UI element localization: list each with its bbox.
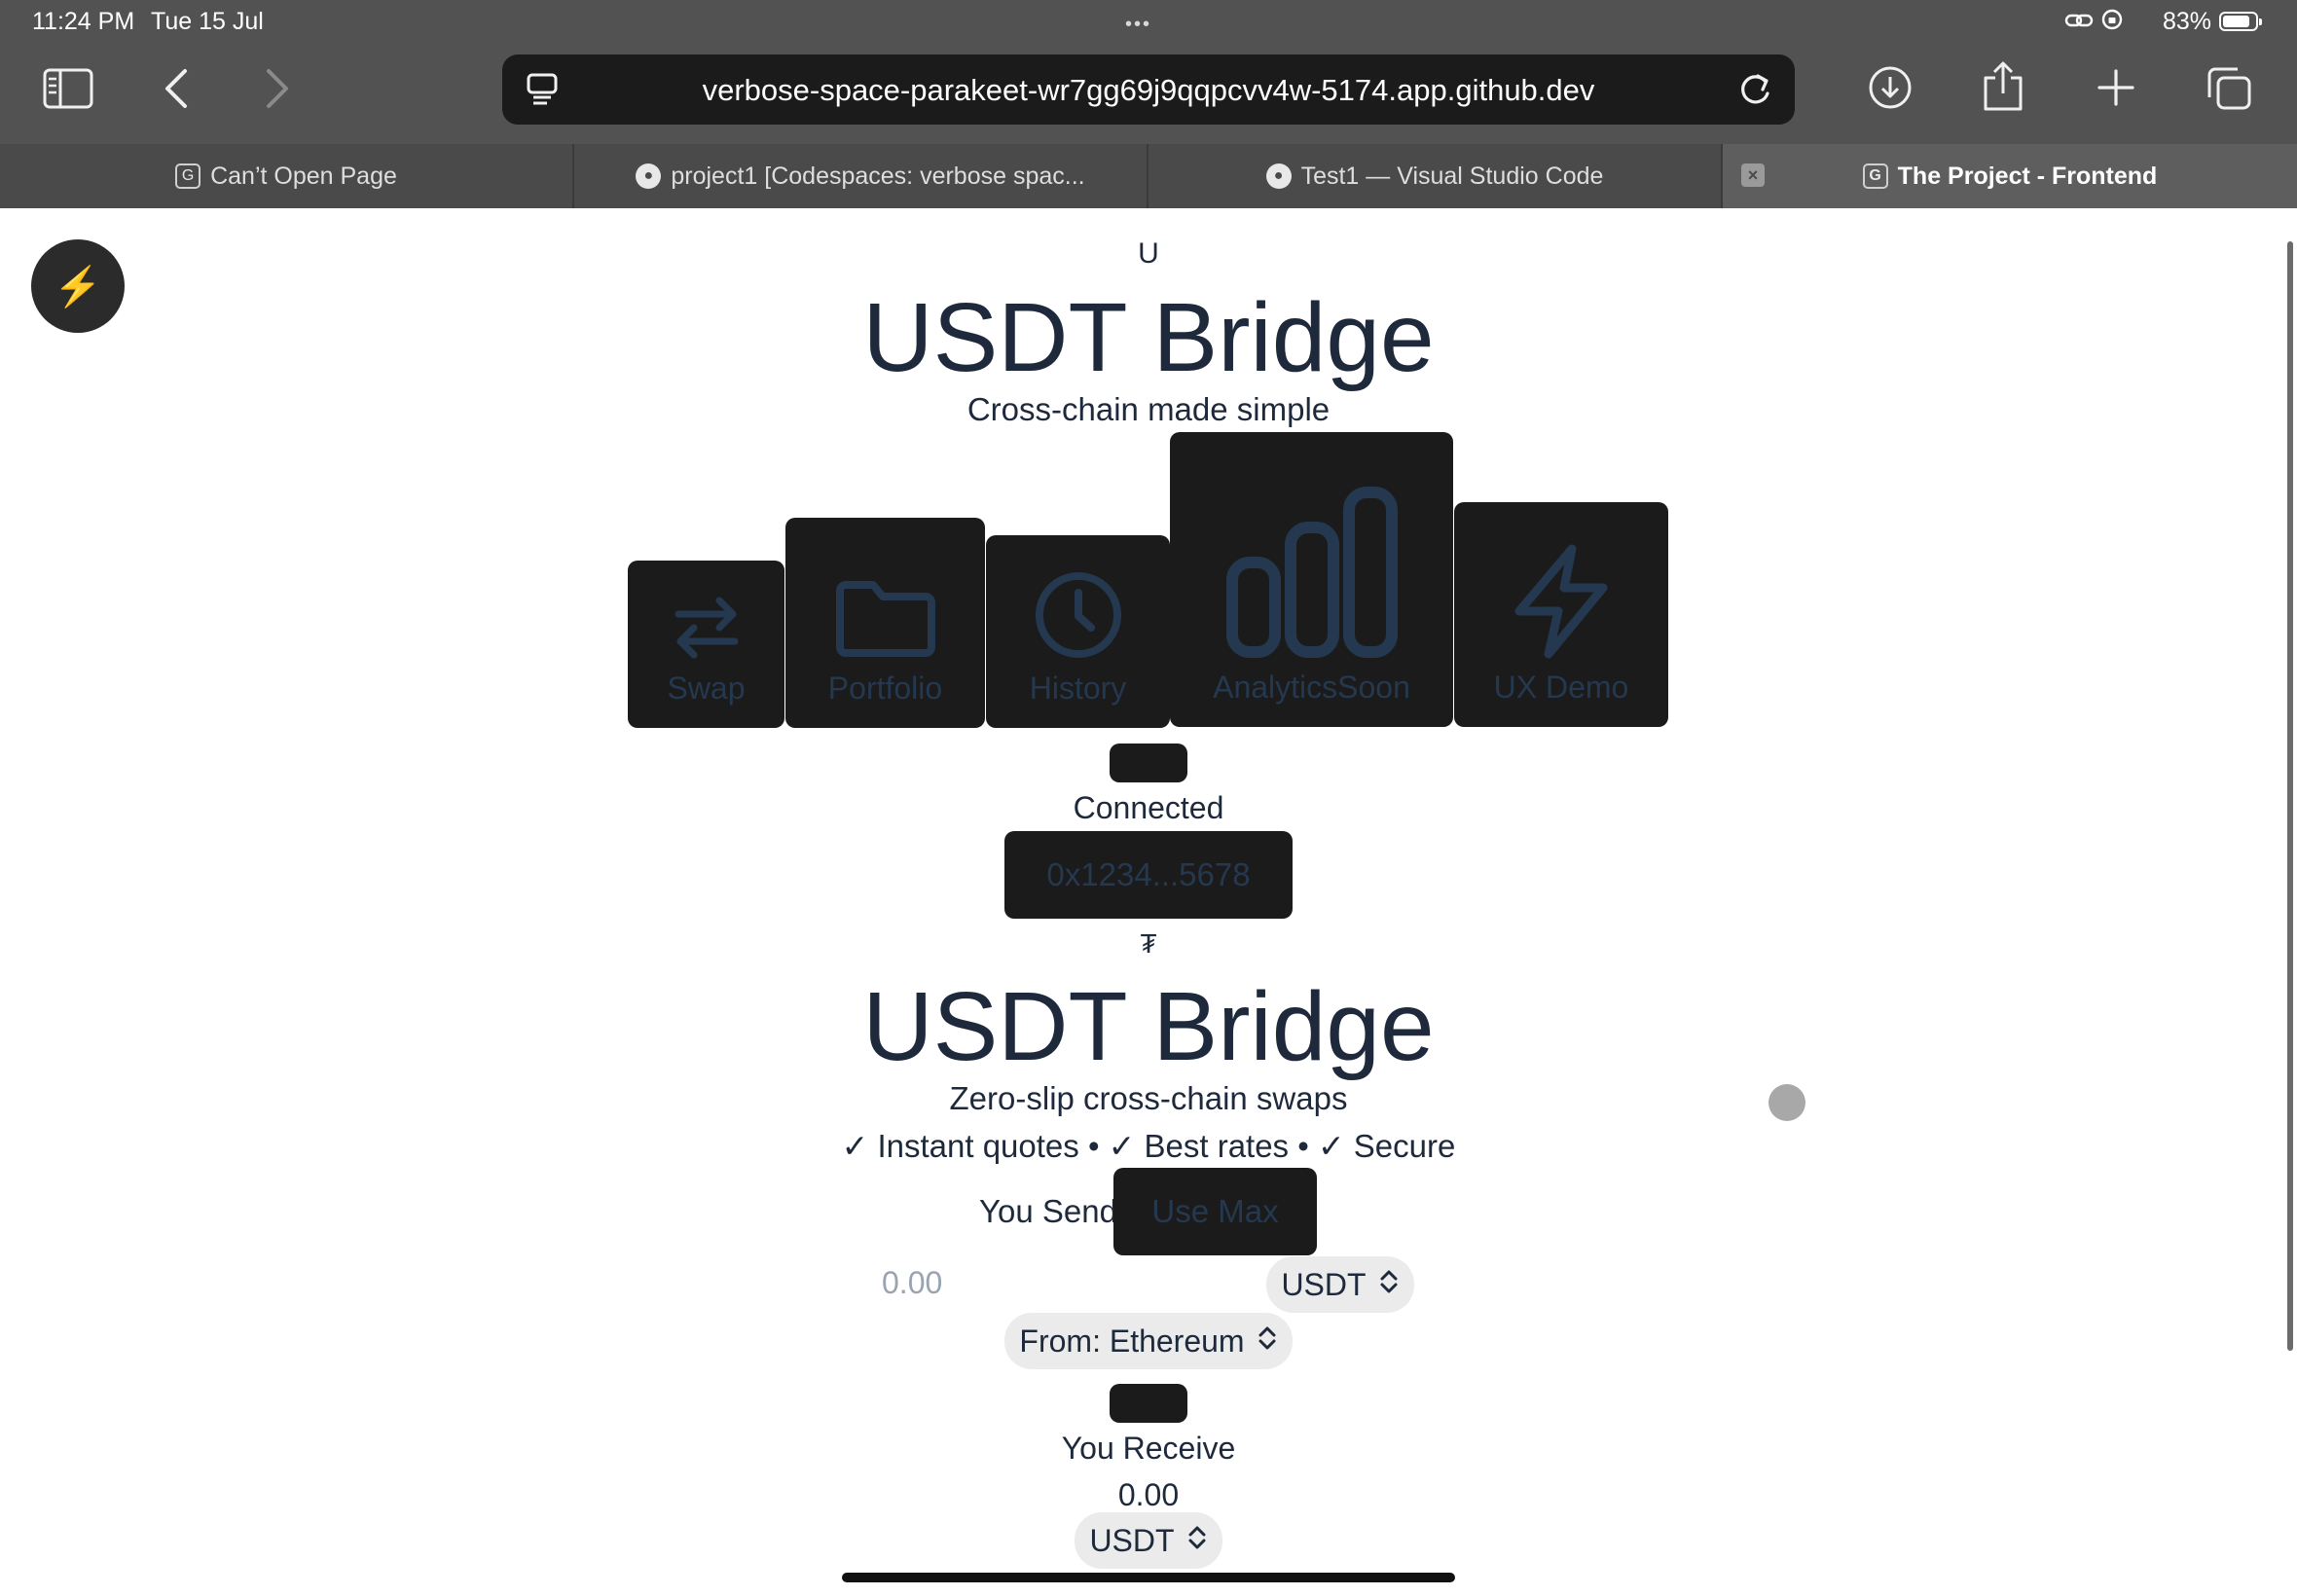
reload-icon[interactable] bbox=[1736, 70, 1773, 114]
g-favicon-icon: G bbox=[175, 163, 201, 189]
nav-history-button[interactable]: History bbox=[986, 535, 1170, 728]
sidebar-icon[interactable] bbox=[43, 68, 93, 109]
nav-portfolio-button[interactable]: Portfolio bbox=[785, 518, 985, 728]
tab-project1-codespaces[interactable]: ● project1 [Codespaces: verbose spac... bbox=[574, 144, 1148, 208]
nav-analytics-button[interactable]: AnalyticsSoon bbox=[1170, 432, 1453, 727]
swap-card-subtitle: Zero-slip cross-chain swaps bbox=[949, 1080, 1348, 1116]
chevron-updown-icon bbox=[1186, 1523, 1208, 1559]
github-favicon-icon: ● bbox=[1265, 163, 1292, 189]
tab-test1-vscode[interactable]: ● Test1 — Visual Studio Code bbox=[1148, 144, 1723, 208]
use-max-button[interactable]: Use Max bbox=[1113, 1168, 1317, 1255]
nav-label: AnalyticsSoon bbox=[1213, 670, 1410, 705]
swap-card-title: USDT Bridge bbox=[862, 972, 1435, 1081]
chevron-updown-icon bbox=[1378, 1267, 1400, 1303]
send-amount-input[interactable]: 0.00 bbox=[882, 1265, 942, 1301]
nav-label: Portfolio bbox=[827, 671, 943, 706]
logo-letter: U bbox=[1138, 237, 1159, 270]
multitasking-dots-icon[interactable]: ••• bbox=[1125, 14, 1151, 36]
nav-label: History bbox=[1029, 671, 1127, 706]
tab-label: project1 [Codespaces: verbose spac... bbox=[671, 162, 1085, 190]
send-token-select[interactable]: USDT bbox=[1266, 1256, 1414, 1313]
nav-label: Swap bbox=[667, 671, 746, 706]
tether-logo-icon: ₮ bbox=[1140, 928, 1157, 959]
tab-label: Test1 — Visual Studio Code bbox=[1300, 162, 1604, 190]
rotation-lock-icon bbox=[2101, 9, 2123, 30]
receive-label: You Receive bbox=[1061, 1431, 1236, 1466]
status-date: Tue 15 Jul bbox=[151, 8, 264, 35]
battery-percent: 83% bbox=[2162, 8, 2211, 35]
scrollbar[interactable] bbox=[2287, 241, 2293, 1351]
connection-status: Connected bbox=[1073, 790, 1224, 825]
send-label: You Send bbox=[979, 1193, 1117, 1229]
status-bar: 11:24 PM Tue 15 Jul ••• 83% bbox=[0, 0, 2297, 45]
bar-chart-icon bbox=[1225, 487, 1398, 658]
battery-fill bbox=[2223, 16, 2249, 27]
lightning-icon bbox=[1514, 544, 1608, 659]
receive-token-value: USDT bbox=[1089, 1522, 1175, 1558]
swap-features: ✓ Instant quotes • ✓ Best rates • ✓ Secu… bbox=[841, 1128, 1456, 1164]
address-url[interactable]: verbose-space-parakeet-wr7gg69j9qqpcvv4w… bbox=[502, 73, 1795, 108]
forward-icon[interactable] bbox=[265, 68, 290, 109]
tab-label: The Project - Frontend bbox=[1897, 162, 2158, 190]
status-icons bbox=[2064, 8, 2124, 38]
tab-label: Can’t Open Page bbox=[210, 162, 397, 190]
browser-chrome: 11:24 PM Tue 15 Jul ••• 83% verbose-spac… bbox=[0, 0, 2297, 144]
receive-token-select[interactable]: USDT bbox=[1075, 1512, 1222, 1569]
close-tab-icon[interactable]: × bbox=[1741, 163, 1765, 187]
swap-arrows-icon bbox=[675, 597, 738, 659]
tab-bar: G Can’t Open Page ● project1 [Codespaces… bbox=[0, 144, 2297, 208]
send-token-value: USDT bbox=[1281, 1266, 1367, 1302]
back-icon[interactable] bbox=[164, 68, 189, 109]
tabs-overview-icon[interactable] bbox=[2206, 66, 2252, 111]
status-time: 11:24 PM bbox=[32, 8, 135, 35]
from-chain-value: From: Ethereum bbox=[1019, 1323, 1245, 1359]
new-tab-icon[interactable] bbox=[2096, 68, 2135, 107]
nav-swap-button[interactable]: Swap bbox=[628, 561, 784, 728]
page-title: USDT Bridge bbox=[862, 283, 1435, 392]
tab-the-project-frontend[interactable]: G The Project - Frontend bbox=[1723, 144, 2297, 208]
address-bar[interactable]: verbose-space-parakeet-wr7gg69j9qqpcvv4w… bbox=[502, 54, 1795, 125]
wallet-indicator[interactable] bbox=[1110, 744, 1187, 782]
folder-icon bbox=[835, 581, 935, 657]
receive-amount: 0.00 bbox=[1117, 1477, 1180, 1512]
swap-direction-button[interactable] bbox=[1110, 1384, 1187, 1423]
from-chain-select[interactable]: From: Ethereum bbox=[1004, 1313, 1293, 1369]
home-indicator bbox=[842, 1573, 1455, 1582]
wallet-address-button[interactable]: 0x1234...5678 bbox=[1004, 831, 1293, 919]
page-subtitle: Cross-chain made simple bbox=[966, 391, 1331, 427]
clock-icon bbox=[1035, 572, 1121, 658]
assistive-touch-dot[interactable] bbox=[1768, 1084, 1805, 1121]
share-icon[interactable] bbox=[1982, 60, 2024, 113]
github-favicon-icon: ● bbox=[636, 163, 662, 189]
nav-ux-demo-button[interactable]: UX Demo bbox=[1454, 502, 1668, 727]
link-icon bbox=[2065, 14, 2094, 27]
download-icon[interactable] bbox=[1867, 64, 1914, 111]
chevron-updown-icon bbox=[1257, 1324, 1278, 1360]
nav-label: UX Demo bbox=[1493, 670, 1629, 705]
tab-cant-open-page[interactable]: G Can’t Open Page bbox=[0, 144, 574, 208]
g-favicon-icon: G bbox=[1862, 163, 1888, 189]
battery-icon bbox=[2219, 12, 2262, 31]
page-content: ⚡ U USDT Bridge Cross-chain made simple … bbox=[0, 208, 2297, 1596]
battery-nub bbox=[2259, 18, 2262, 25]
